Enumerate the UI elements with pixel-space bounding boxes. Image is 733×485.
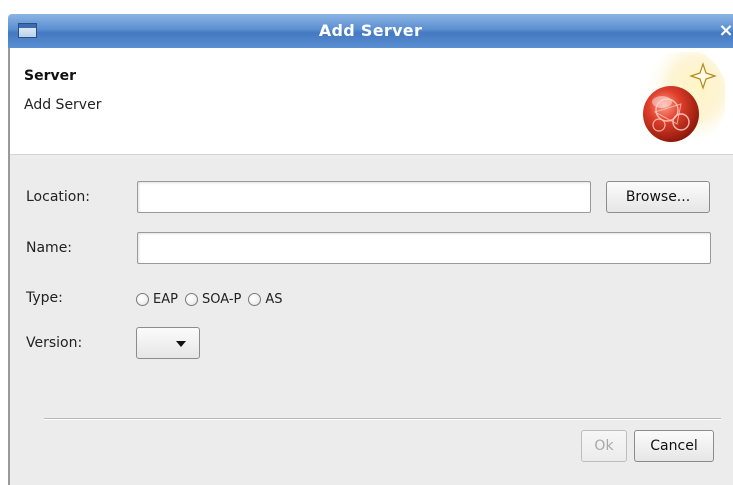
add-server-dialog: Add Server × Server Add Server Location:… — [0, 0, 733, 485]
header-banner: Server Add Server — [10, 48, 733, 155]
radio-label-soa-p: SOA-P — [201, 291, 242, 307]
radio-label-as: AS — [265, 291, 283, 307]
radio-label-eap: EAP — [153, 291, 178, 307]
close-icon[interactable]: × — [715, 20, 733, 42]
name-label: Name: — [26, 240, 73, 256]
type-radio-soa-p[interactable]: SOA-P — [184, 291, 242, 307]
cancel-button[interactable]: Cancel — [634, 430, 714, 462]
radio-button[interactable] — [248, 292, 262, 306]
version-dropdown[interactable] — [136, 327, 200, 359]
location-label: Location: — [26, 189, 90, 205]
name-field[interactable] — [137, 232, 711, 264]
type-radio-group: EAP SOA-P AS — [136, 289, 290, 309]
banner-subtitle: Add Server — [24, 97, 102, 113]
chevron-down-icon — [176, 341, 186, 347]
radio-button[interactable] — [184, 292, 198, 306]
name-input[interactable] — [138, 233, 710, 263]
location-input[interactable] — [138, 182, 590, 212]
type-radio-as[interactable]: AS — [248, 291, 283, 307]
ok-button[interactable]: Ok — [581, 430, 627, 462]
version-label: Version: — [26, 335, 83, 351]
banner-title: Server — [24, 68, 77, 84]
form-body: Location: Browse... Name: Type: EAP SOA-… — [10, 155, 733, 485]
title-bar[interactable]: Add Server × — [8, 14, 733, 49]
type-radio-eap[interactable]: EAP — [136, 292, 178, 307]
server-globe-sparkle-icon — [643, 52, 725, 145]
type-label: Type: — [26, 290, 63, 306]
window-title: Add Server — [318, 21, 423, 40]
browse-button[interactable]: Browse... — [606, 181, 710, 213]
footer-separator — [44, 418, 721, 420]
radio-button[interactable] — [136, 292, 149, 306]
location-field[interactable] — [137, 181, 591, 213]
